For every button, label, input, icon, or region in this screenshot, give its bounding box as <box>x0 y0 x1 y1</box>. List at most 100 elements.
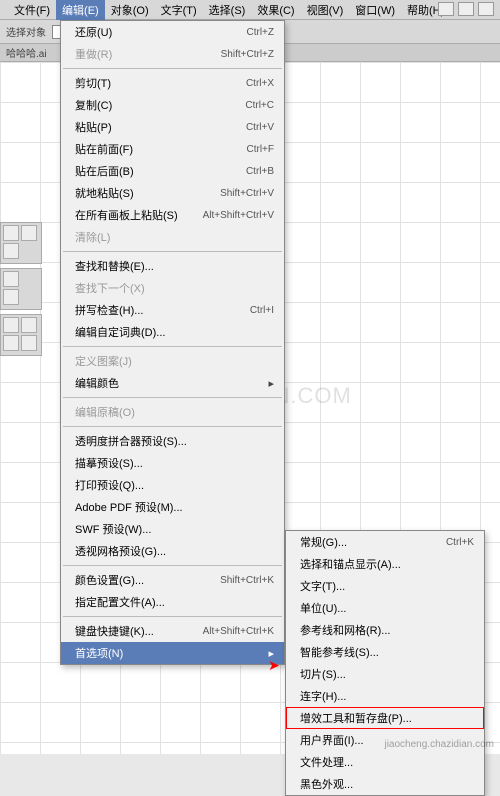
menu-item: 查找下一个(X) <box>61 277 284 299</box>
menu-type[interactable]: 文字(T) <box>155 0 203 20</box>
panel-icon[interactable] <box>21 225 37 241</box>
menu-item[interactable]: 单位(U)... <box>286 597 484 619</box>
panel-icon[interactable] <box>3 225 19 241</box>
menu-item-label: 常规(G)... <box>300 534 347 550</box>
menu-item-label: 选择和锚点显示(A)... <box>300 556 401 572</box>
menu-item-label: 查找下一个(X) <box>75 280 145 296</box>
menu-item-label: 用户界面(I)... <box>300 732 364 748</box>
panel-icon[interactable] <box>21 317 37 333</box>
menu-item[interactable]: 文件处理... <box>286 751 484 773</box>
menu-shortcut: Ctrl+I <box>250 305 274 316</box>
menu-item[interactable]: 贴在前面(F)Ctrl+F <box>61 138 284 160</box>
panel-icon[interactable] <box>3 243 19 259</box>
menu-item-label: 编辑原稿(O) <box>75 404 135 420</box>
menu-object[interactable]: 对象(O) <box>105 0 155 20</box>
menu-item[interactable]: 参考线和网格(R)... <box>286 619 484 641</box>
menu-item[interactable]: 查找和替换(E)... <box>61 255 284 277</box>
menu-item-label: 智能参考线(S)... <box>300 644 379 660</box>
menu-item[interactable]: 编辑颜色 ▸ <box>61 372 284 394</box>
menu-shortcut: Ctrl+X <box>246 78 274 89</box>
menu-item[interactable]: 透视网格预设(G)... <box>61 540 284 562</box>
menu-separator <box>63 616 282 617</box>
panel-text[interactable] <box>0 222 42 264</box>
panel-tools[interactable] <box>0 268 42 310</box>
tool-icon[interactable] <box>478 2 494 16</box>
menu-item-label: 文件处理... <box>300 754 353 770</box>
menu-edit[interactable]: 编辑(E) <box>56 0 105 20</box>
menu-item: 编辑原稿(O) <box>61 401 284 423</box>
menu-item[interactable]: 拼写检查(H)...Ctrl+I <box>61 299 284 321</box>
menu-item[interactable]: 指定配置文件(A)... <box>61 591 284 613</box>
menu-item-label: 剪切(T) <box>75 75 111 91</box>
menu-item[interactable]: 文字(T)... <box>286 575 484 597</box>
menu-separator <box>63 68 282 69</box>
menu-shortcut: Shift+Ctrl+K <box>220 575 274 586</box>
menu-item[interactable]: 增效工具和暂存盘(P)... <box>286 707 484 729</box>
menu-effect[interactable]: 效果(C) <box>251 0 300 20</box>
menu-item-label: 首选项(N) <box>75 645 123 661</box>
menu-item-label: 透明度拼合器预设(S)... <box>75 433 187 449</box>
menu-view[interactable]: 视图(V) <box>301 0 350 20</box>
menu-separator <box>63 251 282 252</box>
menu-item[interactable]: 首选项(N)▸ <box>61 642 284 664</box>
menu-item[interactable]: 编辑自定词典(D)... <box>61 321 284 343</box>
menu-item[interactable]: 还原(U) Ctrl+Z <box>61 21 284 43</box>
menu-item[interactable]: 粘贴(P)Ctrl+V <box>61 116 284 138</box>
menu-select[interactable]: 选择(S) <box>203 0 252 20</box>
menu-item-label: 增效工具和暂存盘(P)... <box>300 710 412 726</box>
tool-icon[interactable] <box>458 2 474 16</box>
menu-item-label: 黑色外观... <box>300 776 353 792</box>
toolbar-extra-icons <box>438 2 494 16</box>
panel-icon[interactable] <box>3 335 19 351</box>
menu-separator <box>63 397 282 398</box>
menu-item[interactable]: 选择和锚点显示(A)... <box>286 553 484 575</box>
menu-shortcut: Ctrl+F <box>247 144 275 155</box>
menu-item-label: 查找和替换(E)... <box>75 258 154 274</box>
menu-item[interactable]: 键盘快捷键(K)...Alt+Shift+Ctrl+K <box>61 620 284 642</box>
panel-icon[interactable] <box>21 335 37 351</box>
panel-icon[interactable] <box>3 317 19 333</box>
panel-transform[interactable] <box>0 314 42 356</box>
menu-item[interactable]: 常规(G)...Ctrl+K <box>286 531 484 553</box>
menu-item[interactable]: 颜色设置(G)...Shift+Ctrl+K <box>61 569 284 591</box>
menu-item-label: 连字(H)... <box>300 688 346 704</box>
menu-shortcut: Ctrl+C <box>245 100 274 111</box>
panel-icon[interactable] <box>3 271 19 287</box>
menu-item[interactable]: 透明度拼合器预设(S)... <box>61 430 284 452</box>
menu-item-label: 编辑颜色 <box>75 375 119 391</box>
menu-file[interactable]: 文件(F) <box>8 0 56 20</box>
menu-item[interactable]: 就地粘贴(S)Shift+Ctrl+V <box>61 182 284 204</box>
menu-window[interactable]: 窗口(W) <box>349 0 401 20</box>
menu-shortcut: Ctrl+B <box>246 166 274 177</box>
submenu-arrow-icon: ▸ <box>268 377 274 390</box>
menu-item-label: 还原(U) <box>75 24 112 40</box>
menu-item: 定义图案(J) <box>61 350 284 372</box>
menu-item[interactable]: 智能参考线(S)... <box>286 641 484 663</box>
menu-shortcut: Shift+Ctrl+Z <box>221 49 274 60</box>
menu-item[interactable]: 切片(S)... <box>286 663 484 685</box>
menu-item-label: Adobe PDF 预设(M)... <box>75 499 183 515</box>
menu-shortcut: Alt+Shift+Ctrl+K <box>203 626 274 637</box>
menu-item-label: 就地粘贴(S) <box>75 185 134 201</box>
menu-item[interactable]: 连字(H)... <box>286 685 484 707</box>
menu-item-label: 单位(U)... <box>300 600 346 616</box>
menu-item[interactable]: 复制(C) Ctrl+C <box>61 94 284 116</box>
menu-shortcut: Ctrl+Z <box>247 27 275 38</box>
menu-separator <box>63 346 282 347</box>
menu-item[interactable]: 贴在后面(B)Ctrl+B <box>61 160 284 182</box>
panel-icon[interactable] <box>3 289 19 305</box>
menu-item-label: 打印预设(Q)... <box>75 477 144 493</box>
menu-item[interactable]: 剪切(T) Ctrl+X <box>61 72 284 94</box>
menu-item-label: 复制(C) <box>75 97 112 113</box>
menubar: 文件(F) 编辑(E) 对象(O) 文字(T) 选择(S) 效果(C) 视图(V… <box>0 0 500 20</box>
menu-item: 重做(R) Shift+Ctrl+Z <box>61 43 284 65</box>
menu-item[interactable]: SWF 预设(W)... <box>61 518 284 540</box>
menu-item-label: 指定配置文件(A)... <box>75 594 165 610</box>
tool-icon[interactable] <box>438 2 454 16</box>
menu-item[interactable]: 描摹预设(S)... <box>61 452 284 474</box>
menu-item[interactable]: 在所有画板上粘贴(S)Alt+Shift+Ctrl+V <box>61 204 284 226</box>
menu-item-label: 重做(R) <box>75 46 112 62</box>
menu-item[interactable]: 黑色外观... <box>286 773 484 795</box>
menu-item[interactable]: 打印预设(Q)... <box>61 474 284 496</box>
menu-item[interactable]: Adobe PDF 预设(M)... <box>61 496 284 518</box>
